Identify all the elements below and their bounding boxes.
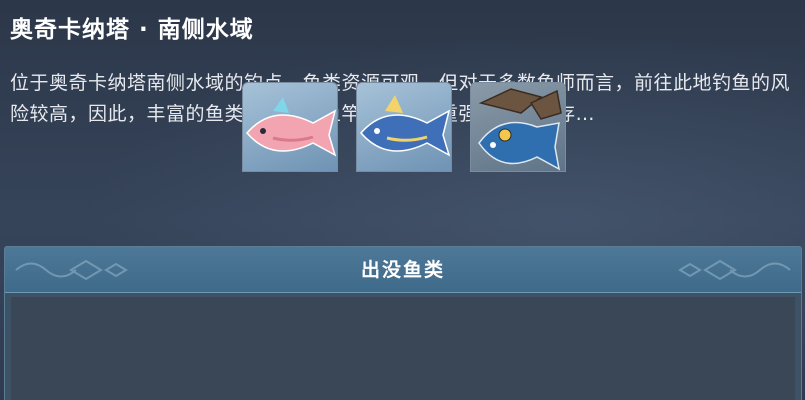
armored-fish-icon [478, 88, 562, 171]
location-title: 奥奇卡纳塔 · 南侧水域 [10, 17, 254, 43]
blue-fish-icon [360, 95, 451, 157]
wave-ornament-icon [678, 259, 791, 281]
fish-card-pink[interactable] [242, 82, 338, 172]
fish-card-blue[interactable] [356, 82, 452, 172]
fish-panel-header: 出没鱼类 [5, 247, 801, 293]
fish-list [11, 297, 795, 400]
pink-fish-icon [246, 97, 337, 157]
fish-card-armored[interactable] [470, 82, 566, 172]
fish-panel: 出没鱼类 [4, 246, 802, 400]
